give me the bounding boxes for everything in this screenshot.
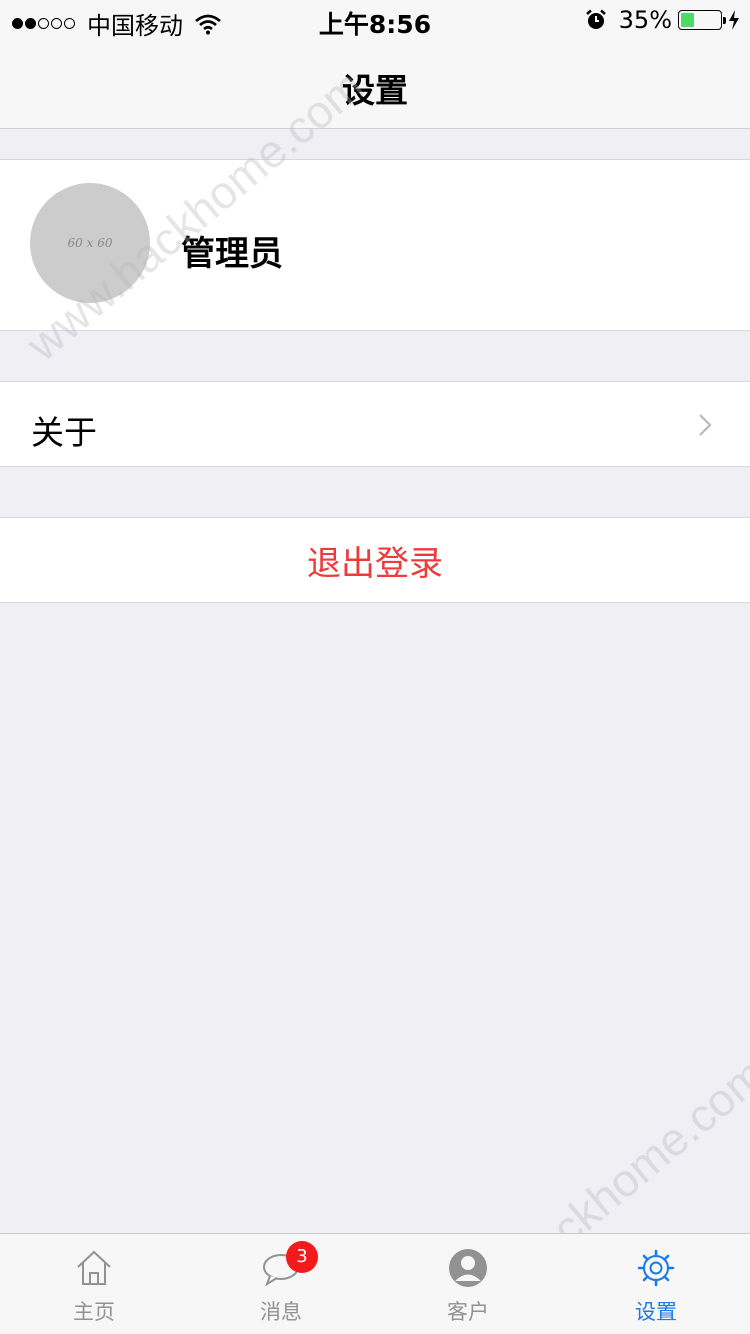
home-icon xyxy=(77,1250,111,1285)
logout-label: 退出登录 xyxy=(307,543,443,584)
bolt-icon xyxy=(729,10,739,30)
avatar-placeholder-text: 60 x 60 xyxy=(67,236,113,250)
unread-badge: 3 xyxy=(286,1241,318,1273)
tab-label: 设置 xyxy=(635,1300,677,1324)
about-label: 关于 xyxy=(31,413,97,452)
tab-bar: 主页 3 消息 客户 设置 xyxy=(0,1233,750,1334)
battery-cap xyxy=(723,17,726,24)
status-bar: 中国移动 上午8:56 35% xyxy=(0,0,750,40)
tab-label: 主页 xyxy=(73,1300,115,1324)
nav-bar: 设置 xyxy=(0,40,750,129)
status-right: 35% xyxy=(585,6,740,34)
chevron-right-icon xyxy=(699,414,712,436)
page-title: 设置 xyxy=(342,71,408,110)
tab-settings[interactable]: 设置 xyxy=(562,1234,750,1334)
battery-icon xyxy=(678,10,726,30)
battery-percent: 35% xyxy=(618,6,672,34)
battery-fill xyxy=(681,13,695,27)
tab-messages[interactable]: 3 消息 xyxy=(187,1234,375,1334)
gear-icon xyxy=(637,1249,675,1287)
user-avatar-icon xyxy=(449,1249,487,1287)
about-row[interactable]: 关于 xyxy=(0,381,750,467)
logout-button[interactable]: 退出登录 xyxy=(0,517,750,603)
alarm-icon xyxy=(585,9,606,29)
tab-customers[interactable]: 客户 xyxy=(374,1234,562,1334)
tab-label: 客户 xyxy=(447,1300,489,1324)
tab-label: 消息 xyxy=(260,1300,302,1324)
tab-home[interactable]: 主页 xyxy=(0,1234,188,1334)
